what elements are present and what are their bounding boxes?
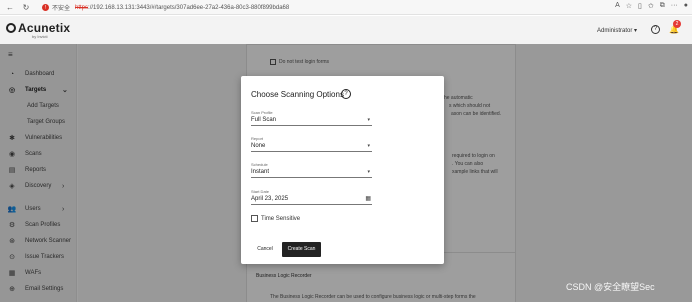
- dropdown-arrow-icon: ▾: [367, 169, 370, 175]
- start-date-label: Start Date: [251, 189, 270, 194]
- dialog-title: Choose Scanning Options: [251, 90, 344, 99]
- schedule-select[interactable]: Instant ▾: [251, 168, 372, 178]
- schedule-value: Instant: [251, 169, 270, 175]
- user-menu[interactable]: Administrator ▾: [597, 27, 637, 34]
- create-scan-button[interactable]: Create Scan: [282, 242, 321, 257]
- report-value: None: [251, 143, 266, 149]
- time-sensitive-row[interactable]: Time Sensitive: [251, 215, 300, 222]
- notification-badge: 2: [673, 20, 681, 28]
- split-screen-icon[interactable]: ▯: [638, 2, 642, 10]
- schedule-label: Schedule: [251, 162, 268, 167]
- report-select[interactable]: None ▾: [251, 142, 372, 152]
- start-date-value: April 23, 2025: [251, 196, 289, 202]
- app-header: Acunetix by Invicti Administrator ▾ ? 🔔 …: [0, 16, 692, 44]
- logo-mark-icon: [6, 23, 16, 33]
- time-sensitive-label: Time Sensitive: [261, 215, 301, 222]
- scan-profile-value: Full Scan: [251, 117, 277, 123]
- read-aloud-icon[interactable]: A: [615, 2, 620, 10]
- url-scheme: https: [75, 4, 89, 11]
- address-bar[interactable]: ! 不安全 https ://192.168.13.131:3443/#/tar…: [42, 2, 602, 13]
- insecure-label: 不安全: [52, 6, 71, 12]
- scan-profile-label: Scan Profile: [251, 110, 273, 115]
- browser-actions: A ☆ ▯ ✩ ⧉ ··· ●: [615, 2, 688, 10]
- favorites-bar-icon[interactable]: ✩: [648, 2, 654, 10]
- dropdown-arrow-icon: ▾: [367, 117, 370, 123]
- scan-options-dialog: Choose Scanning Options ? Scan Profile F…: [241, 76, 444, 264]
- calendar-icon[interactable]: ▦: [365, 195, 371, 204]
- profile-icon[interactable]: ●: [684, 2, 688, 10]
- cancel-button[interactable]: Cancel: [251, 242, 279, 257]
- url-path: ://192.168.13.131:3443/#/targets/307ad6e…: [88, 4, 290, 11]
- back-icon[interactable]: ←: [4, 1, 16, 13]
- browser-toolbar: ← ↻ ! 不安全 https ://192.168.13.131:3443/#…: [0, 0, 692, 15]
- help-icon[interactable]: ?: [651, 25, 660, 34]
- more-icon[interactable]: ···: [671, 2, 678, 10]
- report-label: Report: [251, 136, 264, 141]
- collections-icon[interactable]: ⧉: [660, 2, 665, 10]
- time-sensitive-checkbox[interactable]: [251, 215, 258, 222]
- logo-text: Acunetix: [18, 21, 71, 35]
- watermark: CSDN @安全瞭望Sec: [566, 282, 655, 292]
- dropdown-arrow-icon: ▾: [367, 143, 370, 149]
- logo-subtitle: by Invicti: [32, 34, 48, 39]
- refresh-icon[interactable]: ↻: [20, 1, 32, 13]
- logo: Acunetix: [6, 21, 70, 35]
- help-circle-icon[interactable]: ?: [341, 89, 351, 99]
- favorite-icon[interactable]: ☆: [626, 2, 632, 10]
- start-date-input[interactable]: April 23, 2025 ▦: [251, 195, 372, 205]
- scan-profile-select[interactable]: Full Scan ▾: [251, 116, 372, 126]
- insecure-icon: !: [42, 4, 49, 11]
- user-name: Administrator: [597, 28, 633, 34]
